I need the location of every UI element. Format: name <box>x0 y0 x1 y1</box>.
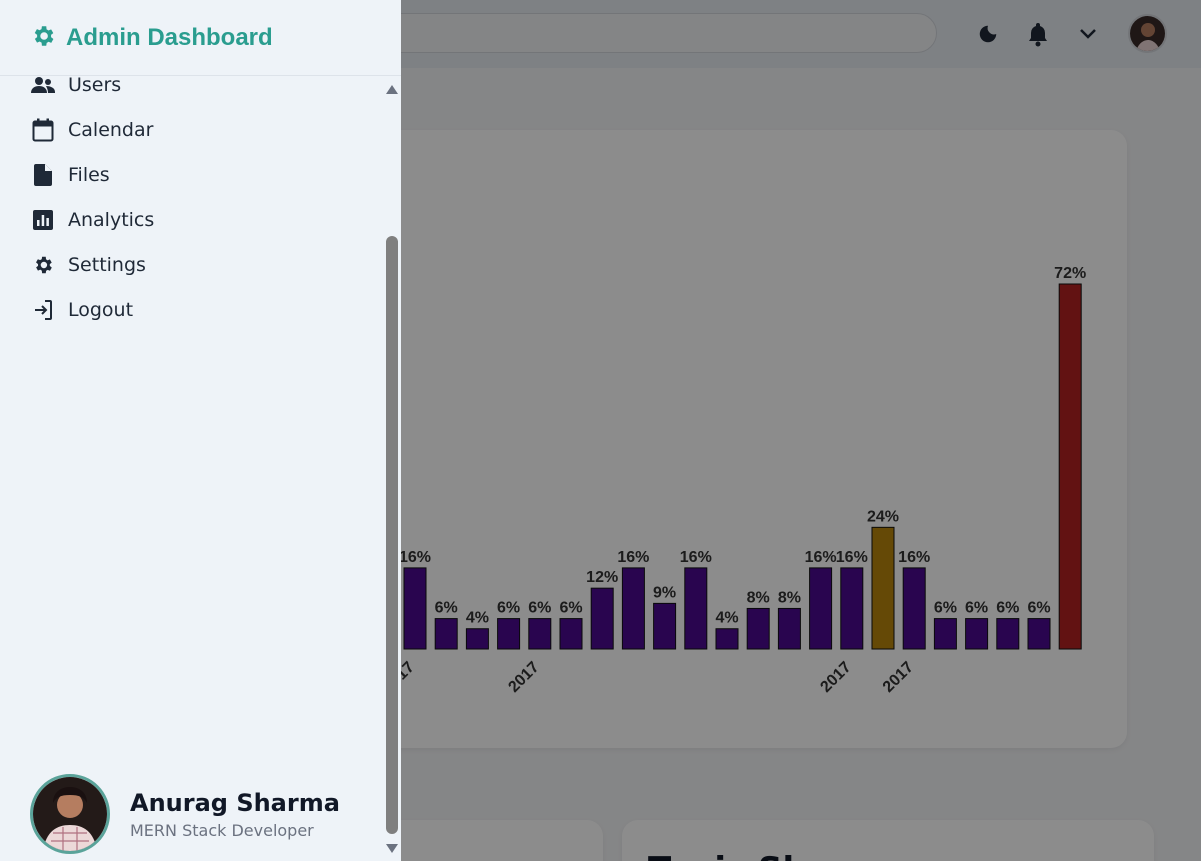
file-icon <box>30 162 56 188</box>
gear-icon <box>30 252 56 278</box>
sidebar: Admin Dashboard Users Calendar Files Ana… <box>0 0 401 861</box>
sidebar-scrollbar[interactable] <box>383 76 401 861</box>
sidebar-item-label: Logout <box>68 298 134 321</box>
sidebar-item-label: Settings <box>68 253 146 276</box>
logout-icon <box>30 297 56 323</box>
sidebar-item-logout[interactable]: Logout <box>30 287 370 332</box>
sidebar-item-analytics[interactable]: Analytics <box>30 197 370 242</box>
sidebar-item-label: Analytics <box>68 208 155 231</box>
scroll-thumb[interactable] <box>386 236 398 834</box>
scroll-up-arrow-icon[interactable] <box>386 85 398 94</box>
profile-role: MERN Stack Developer <box>130 820 314 840</box>
users-icon <box>30 72 56 98</box>
sidebar-item-settings[interactable]: Settings <box>30 242 370 287</box>
sidebar-item-label: Calendar <box>68 118 154 141</box>
calendar-icon <box>30 117 56 143</box>
analytics-icon <box>30 207 56 233</box>
sidebar-item-files[interactable]: Files <box>30 152 370 197</box>
sidebar-nav: Users Calendar Files Analytics Settings <box>30 62 370 332</box>
scroll-down-arrow-icon[interactable] <box>386 844 398 853</box>
profile-name: Anurag Sharma <box>130 788 340 817</box>
app-title: Admin Dashboard <box>66 23 273 51</box>
gear-icon <box>30 23 56 53</box>
sidebar-item-label: Users <box>68 73 122 96</box>
avatar[interactable] <box>30 774 110 854</box>
profile-text: Anurag Sharma MERN Stack Developer <box>130 789 340 840</box>
sidebar-item-users[interactable]: Users <box>30 62 370 107</box>
sidebar-item-label: Files <box>68 163 110 186</box>
sidebar-item-calendar[interactable]: Calendar <box>30 107 370 152</box>
user-profile: Anurag Sharma MERN Stack Developer <box>30 774 340 854</box>
